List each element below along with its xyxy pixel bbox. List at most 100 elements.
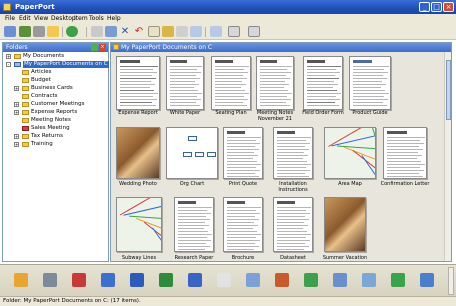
folder-icon	[113, 44, 119, 50]
folders-pane: Folders × + My Documents - My PaperPort Doc…	[2, 42, 109, 262]
document-thumbnail[interactable]: Brochure	[223, 197, 273, 269]
documents-pane-title: My PaperPort Documents on C	[121, 44, 213, 51]
close-button[interactable]: ×	[443, 2, 454, 12]
thumbnail-label: Datasheet	[280, 255, 306, 261]
folder-tree-item[interactable]: + Tax Returns	[3, 133, 108, 140]
expand-icon[interactable]: +	[14, 134, 19, 139]
document-thumbnail[interactable]: Datasheet	[273, 197, 323, 269]
unstack-icon[interactable]	[176, 26, 188, 37]
fax-icon[interactable]	[101, 273, 115, 287]
thumbnail-image	[303, 56, 343, 110]
folder-tree-item[interactable]: Contracts	[3, 93, 108, 100]
document-thumbnail[interactable]: Product Guide	[349, 56, 401, 124]
folder-tree-item[interactable]: + Customer Meetings	[3, 101, 108, 108]
folder-label: Business Cards	[31, 85, 73, 91]
delete-icon[interactable]: ✕	[119, 26, 131, 37]
folder-tree-item[interactable]: Articles	[3, 69, 108, 76]
document-thumbnail[interactable]: Installation Instructions	[273, 127, 323, 195]
thumbnail-image	[324, 197, 366, 252]
document-thumbnail[interactable]: Summer Vacation	[323, 197, 376, 269]
stack-icon[interactable]	[162, 26, 174, 37]
word-icon[interactable]	[130, 273, 144, 287]
properties-icon[interactable]	[148, 26, 160, 37]
browser-icon[interactable]	[304, 273, 318, 287]
view-toggle-icon[interactable]	[4, 26, 16, 37]
back-icon[interactable]	[66, 26, 78, 37]
thumbnail-image	[383, 127, 427, 179]
thumbnail-label: Area Map	[338, 181, 362, 187]
folder-tree-item[interactable]: Sales Meeting	[3, 125, 108, 132]
folder-icon[interactable]	[47, 26, 59, 37]
document-thumbnail[interactable]: Print Quote	[223, 127, 273, 195]
menu-view[interactable]: View	[34, 15, 48, 23]
acrobat-icon[interactable]	[72, 273, 86, 287]
word-doc-icon[interactable]	[188, 273, 202, 287]
mail-icon[interactable]	[43, 273, 57, 287]
title-bar: PaperPort _ □ ×	[0, 0, 456, 14]
sendto-scrollbar[interactable]	[448, 267, 454, 295]
expand-icon[interactable]: +	[14, 142, 19, 147]
tools-icon[interactable]	[248, 26, 260, 37]
find-icon[interactable]	[33, 26, 45, 37]
document-thumbnail[interactable]: Subway Lines	[116, 197, 172, 269]
menu-help[interactable]: Help	[107, 15, 121, 23]
menu-item[interactable]: Item	[74, 15, 88, 23]
excel-icon[interactable]	[159, 273, 173, 287]
pane-restore-icon[interactable]	[91, 44, 98, 51]
calendar-icon[interactable]	[333, 273, 347, 287]
undo-icon[interactable]: ↶	[133, 26, 145, 37]
annotation-icon[interactable]	[210, 26, 222, 37]
expand-icon[interactable]: +	[14, 102, 19, 107]
folder-tree-item[interactable]: Meeting Notes	[3, 117, 108, 124]
minimize-button[interactable]: _	[419, 2, 430, 12]
image-editor-icon[interactable]	[14, 273, 28, 287]
expand-icon[interactable]: +	[14, 86, 19, 91]
window-title: PaperPort	[15, 3, 55, 11]
print-icon[interactable]	[91, 26, 103, 37]
menu-desktop[interactable]: Desktop	[51, 15, 76, 23]
vertical-scrollbar[interactable]	[444, 52, 451, 261]
folder-label: Meeting Notes	[31, 117, 71, 123]
thumbnail-image	[273, 127, 313, 179]
scan-icon[interactable]	[19, 26, 31, 37]
folder-tree-item[interactable]: + My Documents	[3, 53, 108, 60]
folder-tree-item[interactable]: - My PaperPort Documents on C	[3, 61, 109, 68]
folder-label: Articles	[31, 69, 52, 75]
pane-close-icon[interactable]: ×	[99, 44, 106, 51]
thumbnail-label: Subway Lines	[121, 255, 157, 261]
collapse-icon[interactable]: -	[6, 62, 11, 67]
menu-tools[interactable]: Tools	[89, 15, 104, 23]
folder-icon	[22, 78, 29, 83]
page-icon[interactable]	[190, 26, 202, 37]
paint-icon[interactable]	[275, 273, 289, 287]
notepad-icon[interactable]	[217, 273, 231, 287]
folder-label: My PaperPort Documents on C	[23, 61, 109, 68]
open-icon[interactable]	[105, 26, 117, 37]
text-icon[interactable]	[246, 273, 260, 287]
folders-pane-title: Folders	[6, 44, 28, 51]
thumbnail-label: Org Chart	[179, 181, 205, 187]
folder-label: Budget	[31, 77, 51, 83]
scrollbar-thumb[interactable]	[446, 60, 451, 120]
thumbnail-image	[349, 56, 391, 110]
folder-tree-item[interactable]: Budget	[3, 77, 108, 84]
folder-tree: + My Documents - My PaperPort Documents on …	[3, 53, 109, 253]
folder-tree-item[interactable]: + Training	[3, 141, 108, 148]
menu-file[interactable]: File	[5, 15, 15, 23]
folder-tree-item[interactable]: + Expense Reports	[3, 109, 108, 116]
menu-edit[interactable]: Edit	[19, 15, 31, 23]
thumbnail-image	[116, 56, 160, 110]
export-icon[interactable]	[420, 273, 434, 287]
thumbnail-label: Brochure	[231, 255, 255, 261]
cd-icon[interactable]	[362, 273, 376, 287]
zoom-icon[interactable]	[228, 26, 240, 37]
folder-icon	[22, 70, 29, 75]
document-thumbnail[interactable]: Confirmation Letter	[381, 127, 437, 195]
folder-tree-item[interactable]: + Business Cards	[3, 85, 108, 92]
thumbnail-label: Expense Report	[118, 110, 158, 116]
expand-icon[interactable]: +	[6, 54, 11, 59]
expand-icon[interactable]: +	[14, 110, 19, 115]
maximize-button[interactable]: □	[431, 2, 442, 12]
thumbnail-image	[116, 197, 162, 252]
recycle-icon[interactable]	[391, 273, 405, 287]
